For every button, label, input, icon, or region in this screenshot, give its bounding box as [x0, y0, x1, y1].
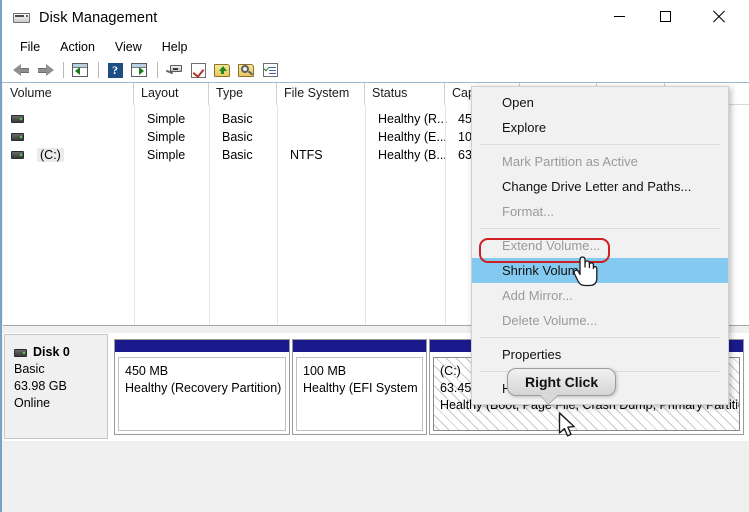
cell-type: Basic — [222, 147, 253, 162]
context-menu: Open Explore Mark Partition as Active Ch… — [471, 86, 729, 405]
title-bar: Disk Management — [2, 0, 749, 36]
toolbar-separator — [157, 62, 158, 78]
cell-file-system: NTFS — [290, 147, 323, 162]
menu-item-help[interactable]: Help — [153, 38, 197, 56]
context-menu-item-explore[interactable]: Explore — [472, 115, 728, 140]
show-hide-action-pane-icon — [131, 63, 147, 77]
close-icon — [712, 10, 725, 23]
cell-volume: (C:) — [30, 147, 140, 162]
folder-up-button[interactable] — [211, 60, 233, 81]
context-menu-separator — [480, 228, 720, 229]
partition-status: Healthy (Recovery Partition) — [125, 381, 282, 395]
menu-bar: File Action View Help — [2, 36, 749, 58]
partition-header-bar — [115, 340, 289, 353]
partition-efi[interactable]: 100 MB Healthy (EFI System Pa — [292, 339, 427, 435]
cell-layout: Simple — [147, 129, 186, 144]
partition-size: 100 MB — [303, 364, 347, 378]
volume-icon — [11, 150, 24, 159]
column-header-status[interactable]: Status — [365, 83, 445, 105]
toolbar-separator — [98, 62, 99, 78]
close-button[interactable] — [695, 0, 741, 32]
tooltip-tail — [540, 394, 559, 404]
menu-item-view[interactable]: View — [106, 38, 151, 56]
tooltip-label: Right Click — [507, 368, 617, 396]
context-menu-item-change-drive-letter-and-paths[interactable]: Change Drive Letter and Paths... — [472, 174, 728, 199]
disk-name: Disk 0 — [33, 345, 70, 359]
column-header-type[interactable]: Type — [209, 83, 277, 105]
cell-layout: Simple — [147, 147, 186, 162]
partition-recovery[interactable]: 450 MB Healthy (Recovery Partition) — [114, 339, 290, 435]
disk-management-window: Disk Management File Action View Help ? — [0, 0, 749, 512]
right-click-tooltip: Right Click — [507, 368, 617, 404]
check-button[interactable] — [187, 60, 209, 81]
volume-icon — [11, 132, 24, 141]
cell-status: Healthy (E... — [378, 129, 447, 144]
partition-status: Healthy (EFI System Pa — [303, 381, 422, 395]
help-icon: ? — [107, 62, 123, 78]
disk-info-panel[interactable]: Disk 0 Basic 63.98 GB Online — [4, 334, 108, 439]
volume-icon — [11, 114, 24, 123]
partition-size: 450 MB — [125, 364, 169, 378]
minimize-icon — [613, 15, 625, 17]
back-arrow-icon — [12, 63, 30, 77]
search-folder-button[interactable] — [235, 60, 257, 81]
arrow-cursor-icon — [558, 412, 578, 440]
toolbar-separator — [63, 62, 64, 78]
partition-header-bar — [293, 340, 426, 353]
context-menu-item-shrink-volume[interactable]: Shrink Volume... — [472, 258, 728, 283]
maximize-icon — [659, 10, 671, 22]
properties-icon — [262, 63, 278, 77]
disk-state: Online — [14, 396, 51, 410]
minimize-button[interactable] — [596, 0, 642, 32]
rescan-disks-icon — [165, 64, 183, 76]
context-menu-item-mark-partition-as-active: Mark Partition as Active — [502, 154, 638, 169]
toolbar: ? — [2, 58, 749, 83]
help-button[interactable]: ? — [104, 60, 126, 81]
hand-cursor-icon — [572, 254, 598, 288]
cell-type: Basic — [222, 129, 253, 144]
rescan-disks-button[interactable] — [163, 60, 185, 81]
check-icon — [190, 62, 206, 78]
folder-up-icon — [214, 63, 230, 77]
properties-button[interactable] — [259, 60, 281, 81]
cell-status: Healthy (R... — [378, 111, 448, 126]
column-header-layout[interactable]: Layout — [134, 83, 209, 105]
disk-name-row: Disk 0 — [14, 344, 107, 361]
show-hide-console-tree-button[interactable] — [69, 60, 91, 81]
cell-type: Basic — [222, 111, 253, 126]
column-header-volume[interactable]: Volume — [3, 83, 134, 105]
column-header-file-system[interactable]: File System — [277, 83, 365, 105]
window-title: Disk Management — [39, 10, 158, 26]
context-menu-separator — [480, 337, 720, 338]
show-hide-console-tree-icon — [72, 63, 88, 77]
context-menu-item-properties[interactable]: Properties — [472, 342, 728, 367]
back-button[interactable] — [10, 60, 32, 81]
disk-size: 63.98 GB — [14, 379, 67, 393]
cell-status: Healthy (B... — [378, 147, 447, 162]
show-hide-action-pane-button[interactable] — [128, 60, 150, 81]
context-menu-item-add-mirror: Add Mirror... — [502, 288, 573, 303]
disk-management-icon — [13, 11, 30, 25]
partition-body: 450 MB Healthy (Recovery Partition) — [118, 357, 286, 431]
partition-body: 100 MB Healthy (EFI System Pa — [296, 357, 423, 431]
menu-item-action[interactable]: Action — [51, 38, 104, 56]
context-menu-item-format: Format... — [502, 204, 555, 219]
menu-item-file[interactable]: File — [11, 38, 49, 56]
search-folder-icon — [238, 63, 254, 77]
maximize-button[interactable] — [642, 0, 688, 32]
context-menu-separator — [480, 144, 720, 145]
context-menu-item-extend-volume: Extend Volume... — [502, 238, 601, 253]
cell-layout: Simple — [147, 111, 186, 126]
forward-arrow-icon — [37, 63, 54, 77]
forward-button[interactable] — [34, 60, 56, 81]
disk-type: Basic — [14, 362, 45, 376]
disk-icon — [14, 348, 27, 357]
context-menu-item-delete-volume: Delete Volume... — [502, 313, 598, 328]
context-menu-item-open[interactable]: Open — [472, 90, 728, 115]
